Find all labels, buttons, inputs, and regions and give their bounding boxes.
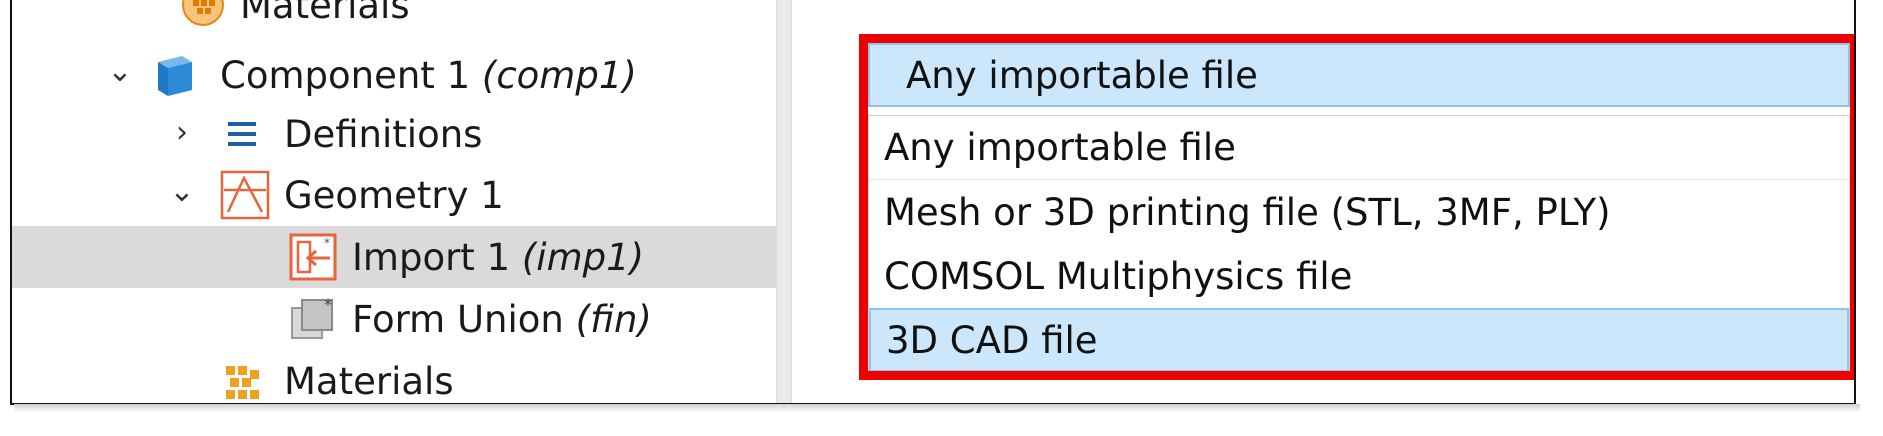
tree-item-label: Definitions [284,112,483,156]
component-icon [152,50,198,96]
chevron-down-icon[interactable]: ⌄ [162,174,202,209]
filetype-option-any[interactable]: Any importable file [869,116,1849,180]
model-builder-tree: Materials ⌄ Component 1 (comp1) › Defini… [12,0,776,403]
filetype-dropdown-highlight: Any importable file Any importable file … [859,34,1854,380]
svg-text:*: * [324,295,332,314]
tree-item-label: Materials [284,359,454,403]
tree-item-materials[interactable]: Materials [12,350,776,403]
filetype-combobox-value: Any importable file [906,53,1258,97]
tree-item-label: Component 1 (comp1) [220,53,637,97]
tree-item-tag: (imp1) [521,235,645,279]
tree-item-geometry[interactable]: ⌄ Geometry 1 [12,164,776,226]
screenshot-frame: Materials ⌄ Component 1 (comp1) › Defini… [10,0,1856,405]
panel-splitter[interactable] [776,0,792,403]
chevron-down-icon[interactable]: ⌄ [100,54,140,89]
tree-item-form-union[interactable]: * Form Union (fin) [12,288,776,350]
chevron-right-icon[interactable]: › [162,115,202,150]
tree-item-materials-top[interactable]: Materials [12,0,776,36]
tree-item-label: Geometry 1 [284,173,504,217]
option-label: 3D CAD file [886,318,1098,362]
option-label: COMSOL Multiphysics file [884,254,1353,298]
materials-icon [220,360,266,403]
tree-item-label: Import 1 (imp1) [352,235,645,279]
tree-item-tag: (comp1) [481,53,637,97]
definitions-icon [220,111,266,157]
option-label: Any importable file [884,126,1236,169]
materials-icon [180,0,226,28]
tree-item-component[interactable]: ⌄ Component 1 (comp1) [12,44,776,106]
tree-item-tag: (fin) [575,297,652,341]
svg-text:*: * [324,236,330,250]
import-icon: * [288,232,337,281]
filetype-options-list: Any importable file Mesh or 3D printing … [868,115,1850,371]
filetype-option-comsol[interactable]: COMSOL Multiphysics file [869,244,1849,308]
tree-item-import[interactable]: * Import 1 (imp1) [12,226,776,288]
tree-item-label: Materials [240,0,410,27]
tree-item-definitions[interactable]: › Definitions [12,103,776,165]
filetype-combobox[interactable]: Any importable file [868,43,1850,107]
frame-shadow [14,404,1860,412]
filetype-option-mesh[interactable]: Mesh or 3D printing file (STL, 3MF, PLY) [869,180,1849,244]
geometry-icon [220,170,270,220]
tree-item-label: Form Union (fin) [352,297,652,341]
option-label: Mesh or 3D printing file (STL, 3MF, PLY) [884,190,1611,234]
filetype-option-cad[interactable]: 3D CAD file [869,308,1849,371]
form-union-icon: * [288,294,334,340]
